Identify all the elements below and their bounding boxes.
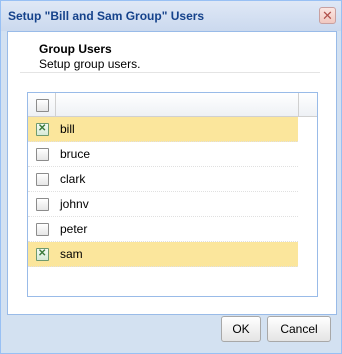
dialog-body: Group Users Setup group users. bill bruc… [7, 31, 337, 315]
table-row[interactable]: clark [28, 167, 298, 192]
row-label: sam [60, 247, 83, 261]
select-all-cell [28, 93, 56, 116]
row-label: clark [60, 172, 86, 186]
select-all-checkbox[interactable] [36, 99, 49, 112]
ok-button[interactable]: OK [221, 316, 261, 342]
row-label: johnv [60, 197, 89, 211]
table-row[interactable]: sam [28, 242, 298, 267]
divider [20, 72, 320, 73]
cancel-button[interactable]: Cancel [267, 316, 331, 342]
row-checkbox[interactable] [36, 198, 49, 211]
row-checkbox[interactable] [36, 223, 49, 236]
users-grid: bill bruce clark johnv peter sam [27, 92, 318, 297]
row-checkbox[interactable] [36, 173, 49, 186]
row-label: peter [60, 222, 88, 236]
row-label: bill [60, 122, 75, 136]
table-row[interactable]: peter [28, 217, 298, 242]
row-label: bruce [60, 147, 91, 161]
close-icon[interactable]: ✕ [319, 7, 336, 24]
dialog-titlebar[interactable]: Setup "Bill and Sam Group" Users ✕ [1, 1, 341, 31]
dialog-title: Setup "Bill and Sam Group" Users [8, 9, 205, 23]
table-row[interactable]: bill [28, 117, 298, 142]
row-checkbox[interactable] [36, 123, 49, 136]
section-title: Group Users [39, 42, 112, 56]
grid-header [28, 93, 317, 117]
setup-users-dialog: Setup "Bill and Sam Group" Users ✕ Group… [0, 0, 342, 354]
table-row[interactable]: johnv [28, 192, 298, 217]
name-column-header[interactable] [56, 93, 299, 116]
row-checkbox[interactable] [36, 248, 49, 261]
section-subtitle: Setup group users. [39, 57, 141, 71]
row-checkbox[interactable] [36, 148, 49, 161]
table-row[interactable]: bruce [28, 142, 298, 167]
